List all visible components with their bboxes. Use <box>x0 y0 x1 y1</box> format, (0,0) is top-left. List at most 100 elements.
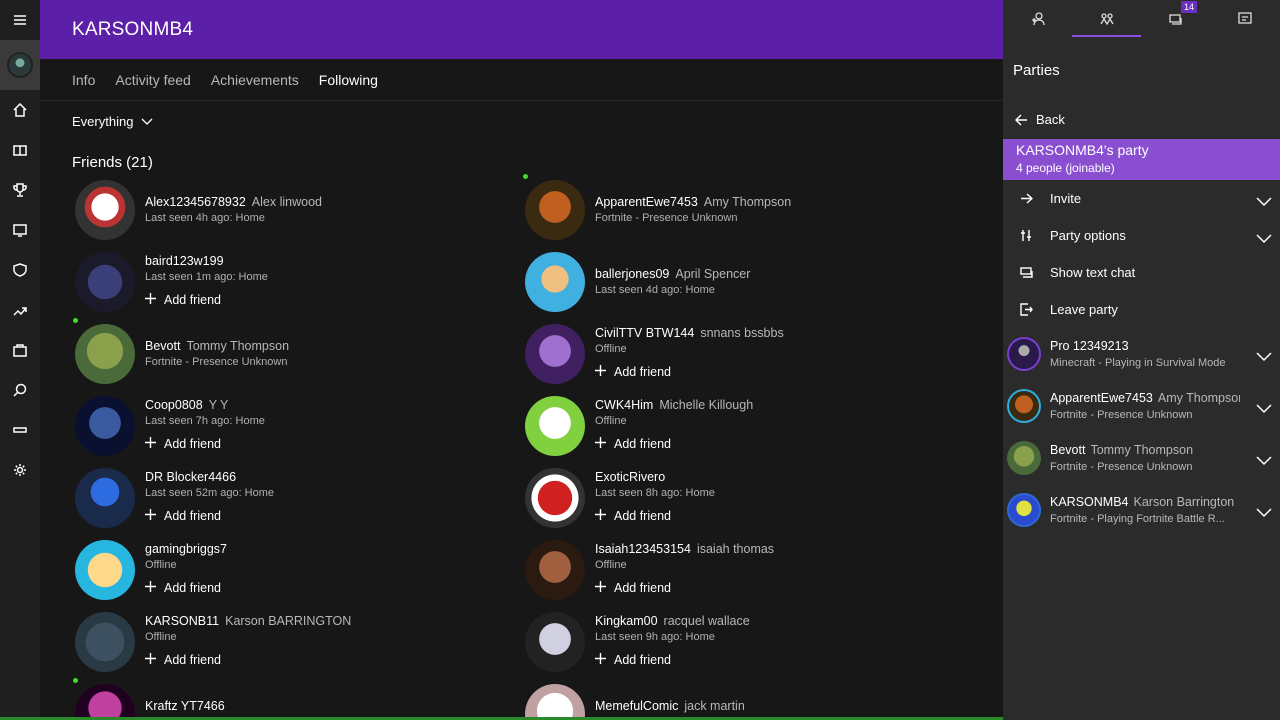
friend-list-item[interactable]: Alex12345678932 Alex linwood Last seen 4h … <box>73 180 493 246</box>
friend-gamertag[interactable]: ExoticRivero <box>595 470 665 484</box>
friend-gamertag[interactable]: Bevott Tommy Thompson <box>145 339 289 353</box>
friend-list-item[interactable]: CWK4Him Michelle Killough Offline Add frien… <box>523 396 943 462</box>
friend-list-item[interactable]: Kraftz YT7466Fortnite - Playing Fortnite… <box>73 678 493 720</box>
game-dvr-icon[interactable] <box>0 210 40 250</box>
friend-list-item[interactable]: KARSONB11 Karson BARRINGTON Offline Add fri… <box>73 612 493 678</box>
avatar[interactable] <box>75 684 135 720</box>
friend-list-item[interactable]: Isaiah123453154 isaiah thomas Offline Add f… <box>523 540 943 606</box>
add-friend-button[interactable]: Add friend <box>595 365 671 379</box>
avatar[interactable] <box>75 612 135 672</box>
friend-list-item[interactable]: Bevott Tommy Thompson Fortnite - Presence … <box>73 318 493 390</box>
avatar[interactable] <box>525 540 585 600</box>
avatar[interactable] <box>525 180 585 240</box>
tab-info[interactable]: Info <box>72 72 95 88</box>
tab-achievements[interactable]: Achievements <box>211 72 299 88</box>
friends-tab-icon[interactable] <box>1003 0 1072 38</box>
shop-bag-icon[interactable] <box>0 330 40 370</box>
party-tab-icon[interactable] <box>1072 0 1141 38</box>
add-friend-button[interactable]: Add friend <box>145 653 221 667</box>
leave-party-button[interactable]: Leave party <box>1003 291 1280 328</box>
show-text-chat-button[interactable]: Show text chat <box>1003 254 1280 291</box>
add-friend-button[interactable]: Add friend <box>145 581 221 595</box>
friend-list-item[interactable]: MemefulComicjack martinLast seen 8h ago:… <box>523 684 943 720</box>
friend-gamertag[interactable]: CWK4Him Michelle Killough <box>595 398 753 412</box>
friend-gamertag[interactable]: ApparentEwe7453 Amy Thompson <box>595 195 791 209</box>
friend-gamertag[interactable]: Kingkam00 racquel wallace <box>595 614 750 628</box>
clubs-icon[interactable] <box>0 250 40 290</box>
leave-party-label: Leave party <box>1050 302 1118 317</box>
party-member[interactable]: Bevott Tommy Thompson Fortnite - Presence … <box>1003 441 1280 493</box>
party-options-button[interactable]: Party options <box>1003 217 1280 254</box>
friend-list-item[interactable]: gamingbriggs7 Offline Add friend <box>73 540 493 606</box>
friend-gamertag[interactable]: Isaiah123453154 isaiah thomas <box>595 542 774 556</box>
friend-real-name: Alex linwood <box>251 195 322 209</box>
avatar[interactable] <box>75 324 135 384</box>
avatar[interactable] <box>525 468 585 528</box>
party-member[interactable]: ApparentEwe7453 Amy Thompson Fortnite - Pr… <box>1003 389 1280 441</box>
friend-gamertag[interactable]: KARSONB11 Karson BARRINGTON <box>145 614 351 628</box>
add-friend-button[interactable]: Add friend <box>595 581 671 595</box>
add-friend-button[interactable]: Add friend <box>595 509 671 523</box>
avatar[interactable] <box>75 396 135 456</box>
avatar[interactable] <box>75 252 135 312</box>
filter-dropdown[interactable]: Everything <box>72 114 153 129</box>
party-member[interactable]: Pro 12349213 Minecraft - Playing in Survi… <box>1003 337 1280 389</box>
friend-gamertag[interactable]: Alex12345678932 Alex linwood <box>145 195 322 209</box>
friend-list-item[interactable]: ballerjones09 April Spencer Last seen 4d a… <box>523 252 943 318</box>
profile-avatar-button[interactable] <box>0 40 40 90</box>
plus-icon <box>145 509 156 523</box>
avatar[interactable] <box>75 468 135 528</box>
trending-icon[interactable] <box>0 290 40 330</box>
friend-gamertag[interactable]: Coop0808 Y Y <box>145 398 228 412</box>
add-friend-button[interactable]: Add friend <box>595 437 671 451</box>
friend-gamertag[interactable]: MemefulComic jack martin <box>595 699 745 713</box>
search-icon[interactable] <box>0 370 40 410</box>
chevron-down-icon[interactable] <box>1256 349 1272 362</box>
friend-list-item[interactable]: baird123w199 Last seen 1m ago: Home Add fr… <box>73 252 493 318</box>
friend-gamertag[interactable]: baird123w199 <box>145 254 224 268</box>
friend-list-item[interactable]: ExoticRivero Last seen 8h ago: Home Add fr… <box>523 468 943 534</box>
avatar[interactable] <box>525 684 585 720</box>
friend-list-item[interactable]: Kingkam00 racquel wallace Last seen 9h ago… <box>523 612 943 678</box>
avatar[interactable] <box>525 252 585 312</box>
chevron-down-icon[interactable] <box>1256 401 1272 414</box>
chevron-down-icon[interactable] <box>1256 505 1272 518</box>
invite-label: Invite <box>1050 191 1082 206</box>
avatar[interactable] <box>525 612 585 672</box>
back-button[interactable]: Back <box>1015 112 1065 127</box>
notifications-tab-icon[interactable] <box>1210 0 1279 38</box>
add-friend-button[interactable]: Add friend <box>145 437 221 451</box>
friend-list-item[interactable]: CivilTTV BTW144 snnans bssbbs Offline Add f… <box>523 324 943 390</box>
chevron-down-icon[interactable] <box>1256 453 1272 466</box>
avatar[interactable] <box>75 540 135 600</box>
add-friend-button[interactable]: Add friend <box>595 653 671 667</box>
home-icon[interactable] <box>0 90 40 130</box>
friend-list-item[interactable]: ApparentEwe7453 Amy Thompson Fortnite - Pr… <box>523 174 943 246</box>
friend-gamertag[interactable]: ballerjones09 April Spencer <box>595 267 750 281</box>
friend-list-item[interactable]: Coop0808 Y Y Last seen 7h ago: Home Add fri… <box>73 396 493 462</box>
messages-tab-icon[interactable]: 14 <box>1141 0 1210 38</box>
settings-gear-icon[interactable] <box>0 450 40 490</box>
store-icon[interactable] <box>0 130 40 170</box>
friend-gamertag[interactable]: DR Blocker4466 <box>145 470 236 484</box>
console-icon[interactable] <box>0 410 40 450</box>
invite-button[interactable]: Invite <box>1003 180 1280 217</box>
avatar[interactable] <box>75 180 135 240</box>
avatar[interactable] <box>525 324 585 384</box>
trophy-icon[interactable] <box>0 170 40 210</box>
friend-gamertag[interactable]: gamingbriggs7 <box>145 542 227 556</box>
menu-icon[interactable] <box>0 0 40 40</box>
add-friend-button[interactable]: Add friend <box>145 293 221 307</box>
friend-gamertag[interactable]: CivilTTV BTW144 snnans bssbbs <box>595 326 784 340</box>
friend-real-name: Y Y <box>208 398 229 412</box>
add-friend-button[interactable]: Add friend <box>145 509 221 523</box>
tab-following[interactable]: Following <box>319 72 378 88</box>
avatar[interactable] <box>525 396 585 456</box>
friend-list-item[interactable]: DR Blocker4466 Last seen 52m ago: Home Add… <box>73 468 493 534</box>
chevron-down-icon[interactable] <box>1256 231 1272 243</box>
friend-gamertag[interactable]: Kraftz YT7466 <box>145 699 225 713</box>
xbox-app-window: KARSONMB4 Info Activity feed Achievement… <box>0 0 1280 720</box>
chevron-down-icon[interactable] <box>1256 194 1272 206</box>
tab-activity-feed[interactable]: Activity feed <box>115 72 190 88</box>
party-member[interactable]: KARSONMB4 Karson Barrington Fortnite - Pla… <box>1003 493 1280 545</box>
